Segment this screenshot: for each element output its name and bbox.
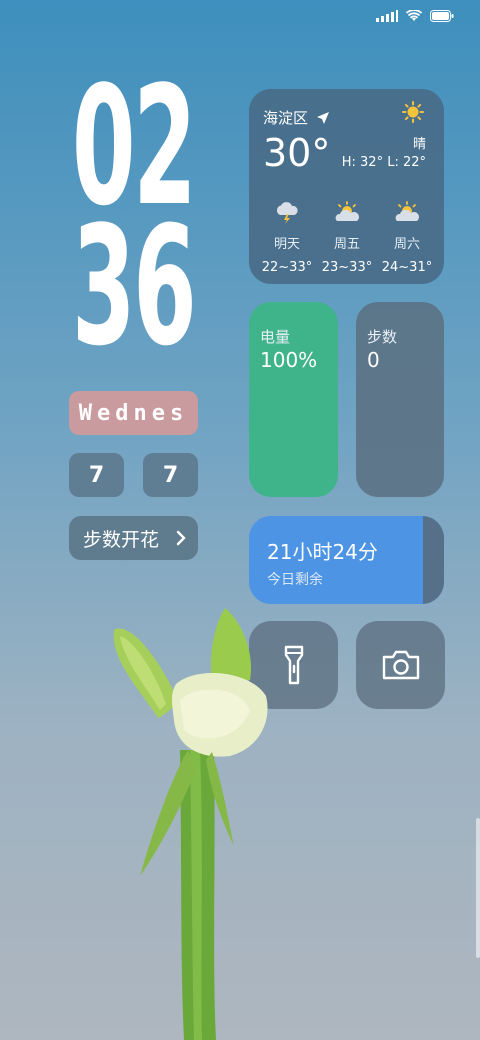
chevron-right-icon [176, 530, 186, 546]
day-box: 7 [143, 453, 198, 497]
steps-label: 步数 [367, 328, 398, 346]
forecast-range: 23~33° [321, 260, 373, 275]
battery-widget[interactable]: 电量 100% [249, 302, 338, 497]
forecast-day: 周六 [393, 237, 420, 252]
wifi-icon [406, 10, 422, 21]
partly-sunny-icon [395, 201, 419, 221]
forecast-item: 明天 22~33° [257, 201, 317, 275]
battery-value: 100% [260, 348, 318, 372]
day-remaining-widget[interactable]: 21小时24分 今日剩余 [249, 516, 444, 604]
weather-condition: 晴 [412, 137, 426, 152]
sun-icon [402, 101, 424, 123]
weather-temperature: 30° [263, 131, 331, 175]
weather-high-low: H: 32° L: 22° [341, 155, 426, 170]
month-box: 7 [69, 453, 124, 497]
flower-wallpaper [113, 608, 268, 1040]
camera-icon [382, 650, 419, 680]
status-bar [376, 10, 454, 22]
clock-minute: 36 [71, 191, 197, 382]
battery-label: 电量 [260, 328, 291, 346]
forecast-item: 周五 23~33° [317, 201, 377, 275]
weekday-badge: Wednes [69, 391, 198, 435]
steps-flower-label: 步数开花 [83, 528, 160, 551]
remaining-label: 今日剩余 [267, 572, 323, 588]
weather-widget[interactable]: 海淀区 30° 晴 H: 32° L: 22° 明天 22~33° 周五 23~… [249, 89, 444, 284]
partly-sunny-icon [335, 201, 359, 221]
steps-flower-button[interactable]: 步数开花 [69, 516, 198, 560]
forecast-range: 22~33° [261, 260, 313, 275]
forecast-day: 明天 [273, 237, 300, 252]
remaining-time: 21小时24分 [267, 540, 378, 564]
steps-widget[interactable]: 步数 0 [356, 302, 444, 497]
forecast-item: 周六 24~31° [377, 201, 437, 275]
steps-value: 0 [367, 348, 380, 372]
battery-icon [430, 10, 454, 22]
side-handle[interactable] [476, 818, 480, 958]
camera-button[interactable] [356, 621, 445, 709]
forecast-day: 周五 [333, 237, 360, 252]
signal-icon [376, 10, 398, 22]
day-progress-remainder [422, 516, 444, 604]
weather-location: 海淀区 [263, 109, 309, 127]
forecast-range: 24~31° [381, 260, 433, 275]
location-arrow-icon [317, 111, 330, 124]
thunder-cloud-icon [276, 202, 298, 224]
